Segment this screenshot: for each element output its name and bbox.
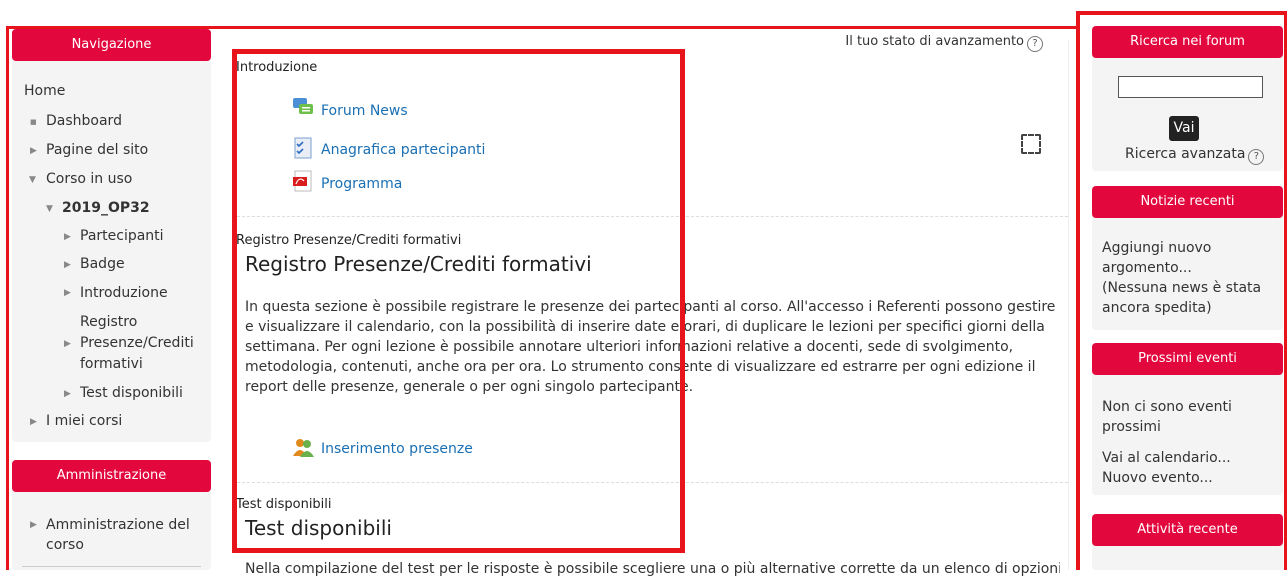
section-test-label: Test disponibili [236, 497, 332, 512]
administration-block: Amministrazione ▶ Amministrazione del co… [12, 460, 211, 570]
section-test-title: Test disponibili [245, 516, 392, 540]
nav-my-courses[interactable]: I miei corsi [46, 413, 122, 429]
chevron-down-icon[interactable]: ▼ [46, 204, 53, 214]
nav-introduzione[interactable]: Introduzione [80, 285, 168, 301]
chevron-down-icon[interactable]: ▼ [29, 175, 36, 185]
section-registro-summary: In questa sezione è possibile registrare… [245, 299, 1056, 395]
progress-status: Il tuo stato di avanzamento? [845, 34, 1043, 52]
section-registro-title: Registro Presenze/Crediti formativi [245, 252, 592, 276]
chevron-right-icon[interactable]: ▶ [64, 232, 71, 242]
chevron-right-icon[interactable]: ▶ [30, 417, 37, 427]
navigation-block: Navigazione Home ■ Dashboard ▶ Pagine de… [12, 29, 211, 442]
go-to-calendar-link[interactable]: Vai al calendario... [1102, 450, 1231, 466]
admin-course-line1: Amministrazione del [46, 517, 190, 533]
checklist-icon [294, 137, 312, 159]
events-empty-line1: Non ci sono eventi [1102, 399, 1232, 415]
bullet-icon: ■ [30, 118, 37, 126]
forum-search-block: Ricerca nei forum Vai Ricerca avanzata? [1092, 26, 1283, 171]
nav-registro-line3[interactable]: formativi [80, 356, 143, 372]
annotation-right-left [1076, 11, 1080, 570]
upcoming-events-header: Prossimi eventi [1092, 343, 1283, 375]
news-empty-line2: ancora spedita) [1102, 300, 1212, 316]
advanced-search-line: Ricerca avanzata? [1125, 146, 1265, 165]
admin-course-line2: corso [46, 537, 84, 553]
recent-news-block: Notizie recenti Aggiungi nuovo argomento… [1092, 186, 1283, 330]
chevron-right-icon[interactable]: ▶ [30, 146, 37, 156]
section-registro-label: Registro Presenze/Crediti formativi [236, 233, 462, 248]
nav-site-pages[interactable]: Pagine del sito [46, 142, 148, 158]
annotation-right-top [1076, 11, 1287, 15]
nav-dashboard[interactable]: Dashboard [46, 113, 122, 129]
section-divider [232, 482, 1068, 483]
events-empty-message: Non ci sono eventi prossimi [1102, 397, 1232, 437]
attendance-icon [293, 439, 314, 457]
news-add-topic[interactable]: Aggiungi nuovo argomento... [1102, 238, 1211, 278]
annotation-line-left [6, 26, 9, 570]
nav-badge[interactable]: Badge [80, 256, 125, 272]
chevron-right-icon[interactable]: ▶ [64, 260, 71, 270]
help-icon[interactable]: ? [1027, 36, 1043, 52]
chevron-right-icon[interactable]: ▶ [64, 389, 71, 399]
anagrafica-link[interactable]: Anagrafica partecipanti [321, 142, 485, 158]
section-intro-label: Introduzione [236, 60, 318, 75]
nav-test-disponibili[interactable]: Test disponibili [80, 385, 183, 401]
admin-course-link[interactable]: Amministrazione del corso [46, 515, 190, 555]
upcoming-events-block: Prossimi eventi Non ci sono eventi pross… [1092, 343, 1283, 495]
help-icon[interactable]: ? [1248, 149, 1265, 165]
news-add-line2[interactable]: argomento... [1102, 260, 1192, 276]
pdf-icon [293, 170, 312, 192]
nav-course-op32[interactable]: 2019_OP32 [62, 200, 150, 216]
inserimento-presenze-link[interactable]: Inserimento presenze [321, 441, 473, 457]
advanced-search-link[interactable]: Ricerca avanzata [1125, 146, 1245, 162]
nav-registro-line1[interactable]: Registro [80, 314, 137, 330]
chevron-right-icon[interactable]: ▶ [30, 520, 37, 530]
new-event-link[interactable]: Nuovo evento... [1102, 470, 1213, 486]
section-divider [232, 216, 1068, 217]
administration-header: Amministrazione [12, 460, 211, 492]
completion-checkbox-icon[interactable] [1021, 134, 1041, 154]
progress-label: Il tuo stato di avanzamento [845, 34, 1024, 49]
chevron-right-icon[interactable]: ▶ [64, 339, 71, 349]
events-links: Vai al calendario... Nuovo evento... [1102, 448, 1231, 488]
news-empty-line1: (Nessuna news è stata [1102, 280, 1262, 296]
forum-search-header: Ricerca nei forum [1092, 26, 1283, 58]
news-add-line1[interactable]: Aggiungi nuovo [1102, 240, 1211, 256]
nav-partecipanti[interactable]: Partecipanti [80, 228, 164, 244]
programma-link[interactable]: Programma [321, 176, 402, 192]
forum-news-link[interactable]: Forum News [321, 103, 408, 119]
search-go-button[interactable]: Vai [1169, 116, 1199, 141]
recent-activity-header: Attività recente [1092, 514, 1283, 546]
chevron-right-icon[interactable]: ▶ [64, 288, 71, 298]
divider [22, 566, 201, 567]
forum-search-input[interactable] [1118, 76, 1263, 98]
recent-activity-block: Attività recente [1092, 514, 1283, 570]
nav-home[interactable]: Home [24, 83, 65, 99]
forum-icon [293, 98, 313, 114]
nav-current-course[interactable]: Corso in uso [46, 171, 132, 187]
content-separator [1068, 40, 1069, 570]
section-test-summary: Nella compilazione del test per le rispo… [245, 561, 1060, 577]
nav-registro-line2[interactable]: Presenze/Crediti [80, 335, 194, 351]
events-empty-line2: prossimi [1102, 419, 1161, 435]
navigation-header: Navigazione [12, 29, 211, 61]
news-empty-message: (Nessuna news è stata ancora spedita) [1102, 278, 1261, 318]
recent-news-header: Notizie recenti [1092, 186, 1283, 218]
